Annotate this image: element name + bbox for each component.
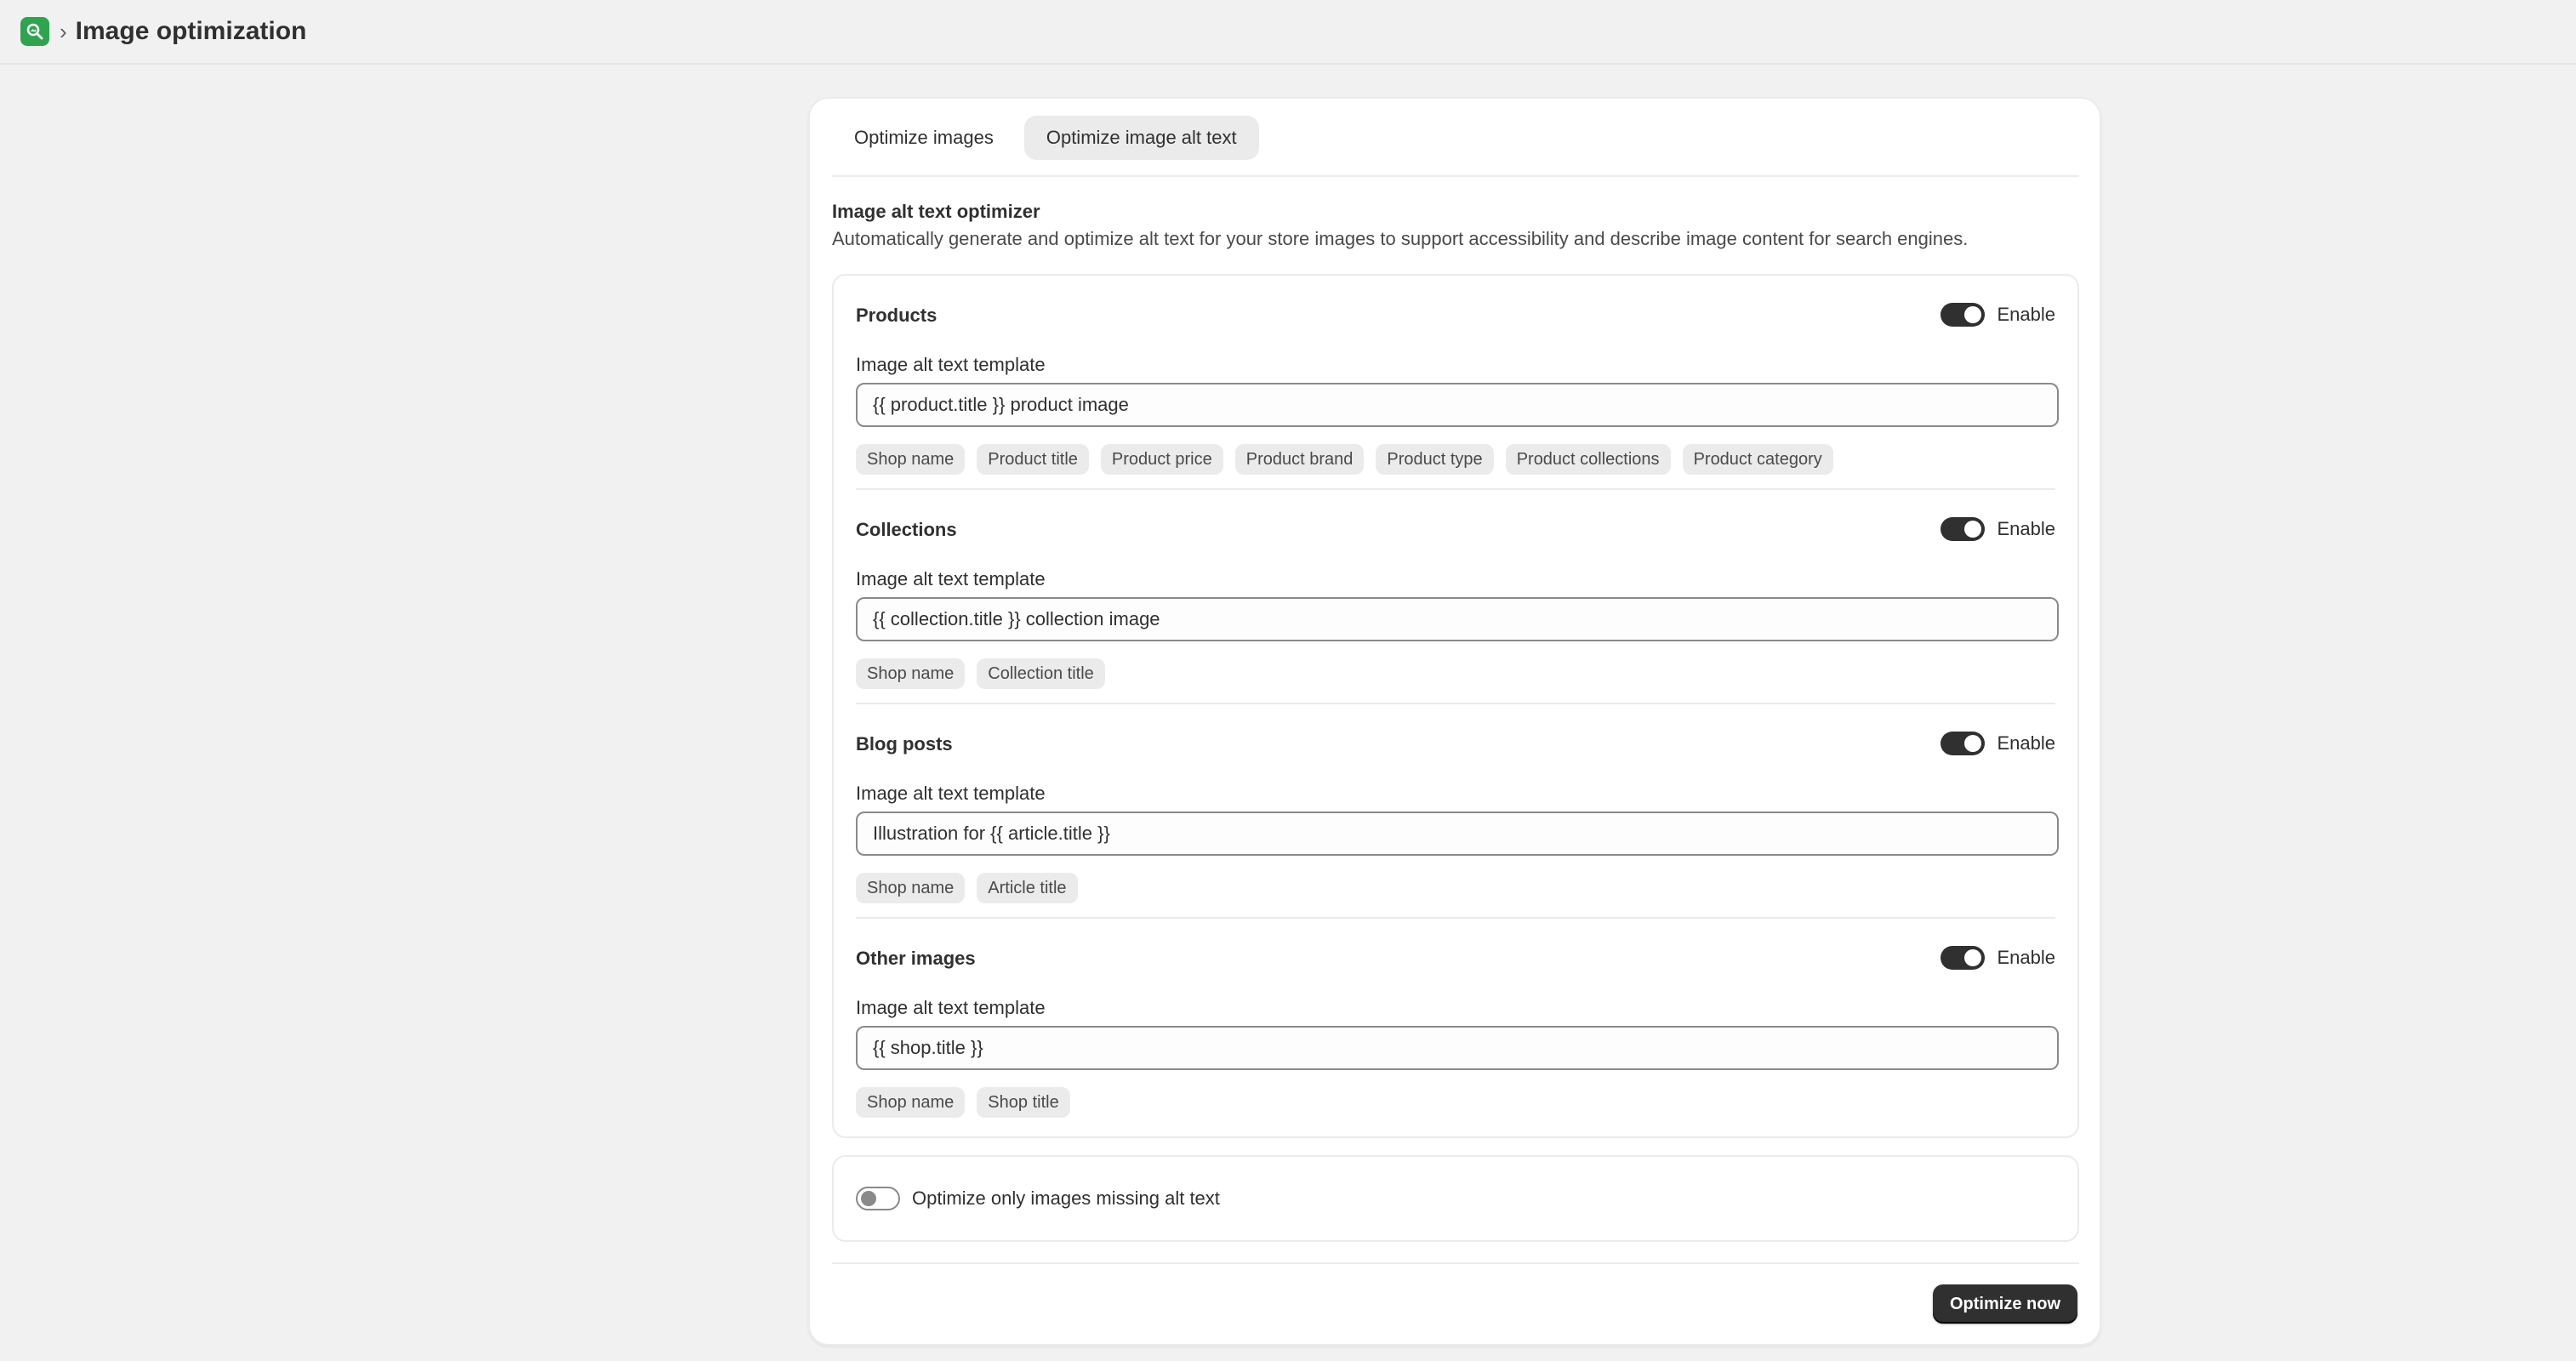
template-field-label: Image alt text template [856,568,1046,589]
collections-template-input[interactable] [856,597,2059,641]
toggle-switch[interactable] [1941,517,1986,541]
chip-product-brand[interactable]: Product brand [1234,444,1365,475]
blog-posts-title: Blog posts [856,733,953,755]
products-template-input[interactable] [856,383,2059,427]
tab-optimize-images[interactable]: Optimize images [832,116,1016,160]
template-field-label: Image alt text template [856,354,1046,375]
footer-divider [832,1262,2079,1264]
blog-posts-template-input[interactable] [856,811,2059,856]
chip-collection-title[interactable]: Collection title [977,658,1105,689]
alt-text-card: Optimize images Optimize image alt text … [808,97,2101,1346]
products-variable-chips: Shop name Product title Product price Pr… [856,444,1833,475]
tab-bar: Optimize images Optimize image alt text [832,116,1259,160]
tab-optimize-image-alt-text[interactable]: Optimize image alt text [1023,116,1259,160]
template-field-label: Image alt text template [856,783,1046,804]
chip-product-price[interactable]: Product price [1100,444,1223,475]
tabs-divider [832,175,2079,177]
toggle-label: Enable [1997,304,2055,325]
products-title: Products [856,305,938,326]
optimize-now-button[interactable]: Optimize now [1933,1284,2077,1324]
other-images-variable-chips: Shop name Shop title [856,1087,1070,1118]
blog-posts-enable-toggle[interactable]: Enable [1941,732,2055,755]
chip-shop-name[interactable]: Shop name [856,1087,966,1118]
toggle-switch[interactable] [1941,303,1986,327]
chip-shop-name[interactable]: Shop name [856,658,966,689]
chip-product-type[interactable]: Product type [1376,444,1494,475]
missing-alt-text-toggle[interactable] [856,1187,900,1210]
missing-alt-text-label: Optimize only images missing alt text [912,1187,1220,1209]
page-title: Image optimization [75,17,307,45]
collections-enable-toggle[interactable]: Enable [1941,517,2055,541]
other-images-section: Other images Enable Image alt text templ… [834,919,2077,1133]
toggle-label: Enable [1997,732,2055,754]
chip-product-collections[interactable]: Product collections [1505,444,1671,475]
breadcrumb-separator: › [60,18,67,44]
section-description: Automatically generate and optimize alt … [832,228,1969,249]
top-bar: › Image optimization [0,0,2576,65]
toggle-label: Enable [1997,518,2055,539]
chip-article-title[interactable]: Article title [977,873,1078,903]
other-images-enable-toggle[interactable]: Enable [1941,946,2055,970]
collections-title: Collections [856,519,957,540]
search-image-icon[interactable] [20,17,49,46]
missing-alt-text-option: Optimize only images missing alt text [832,1155,2079,1242]
collections-variable-chips: Shop name Collection title [856,658,1105,689]
other-images-title: Other images [856,948,976,969]
chip-product-category[interactable]: Product category [1682,444,1833,475]
toggle-switch[interactable] [1941,732,1986,755]
chip-shop-title[interactable]: Shop title [977,1087,1070,1118]
chip-product-title[interactable]: Product title [977,444,1089,475]
products-enable-toggle[interactable]: Enable [1941,303,2055,327]
chip-shop-name[interactable]: Shop name [856,873,966,903]
other-images-template-input[interactable] [856,1026,2059,1070]
toggle-switch[interactable] [1941,946,1986,970]
section-heading: Image alt text optimizer [832,201,1040,222]
collections-section: Collections Enable Image alt text templa… [834,490,2077,704]
template-settings-box: Products Enable Image alt text template … [832,274,2079,1138]
blog-posts-variable-chips: Shop name Article title [856,873,1078,903]
products-section: Products Enable Image alt text template … [834,276,2077,490]
chip-shop-name[interactable]: Shop name [856,444,966,475]
toggle-label: Enable [1997,947,2055,968]
blog-posts-section: Blog posts Enable Image alt text templat… [834,704,2077,919]
template-field-label: Image alt text template [856,997,1046,1018]
